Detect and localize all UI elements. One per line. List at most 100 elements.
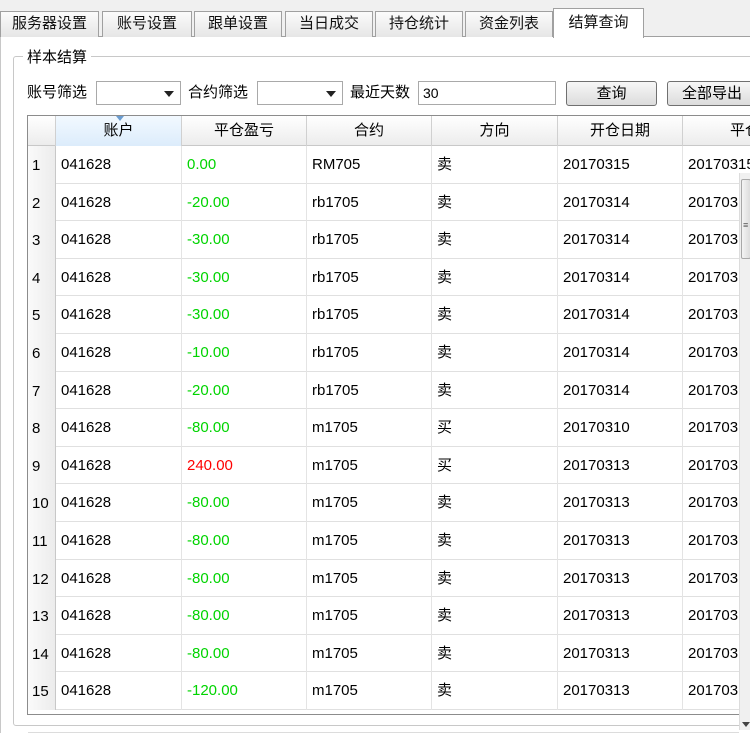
- cell-close-pnl: -80.00: [182, 597, 307, 635]
- row-number: 6: [28, 334, 56, 372]
- row-number: 5: [28, 296, 56, 334]
- cell-open-date: 20170315: [558, 146, 683, 184]
- table-row[interactable]: 7 041628 -20.00 rb1705 卖 20170314 20170314: [28, 371, 750, 410]
- cell-contract: m1705: [307, 484, 432, 522]
- contract-filter-select[interactable]: [257, 81, 343, 105]
- cell-contract: m1705: [307, 446, 432, 485]
- row-number: 1: [28, 146, 56, 184]
- cell-contract: m1705: [307, 634, 432, 673]
- cell-close-pnl: -80.00: [182, 409, 307, 447]
- cell-account: 041628: [56, 258, 182, 297]
- cell-account: 041628: [56, 484, 182, 522]
- cell-account: 041628: [56, 672, 182, 710]
- cell-direction: 卖: [432, 559, 558, 598]
- cell-direction: 卖: [432, 221, 558, 259]
- cell-contract: m1705: [307, 672, 432, 710]
- table-row[interactable]: 15 041628 -120.00 m1705 卖 20170313 20170313: [28, 672, 750, 710]
- tab-settlement-query[interactable]: 结算查询: [553, 8, 644, 38]
- tab-daily-trades[interactable]: 当日成交: [285, 11, 373, 37]
- account-filter-label: 账号筛选: [27, 84, 88, 101]
- dropdown-arrow-icon[interactable]: [164, 91, 174, 97]
- tab-server-settings[interactable]: 服务器设置: [0, 11, 99, 37]
- table-row[interactable]: 13 041628 -80.00 m1705 卖 20170313 20170313: [28, 597, 750, 635]
- scroll-down-arrow-icon[interactable]: [742, 722, 750, 727]
- scroll-grip-icon: ≡: [743, 220, 749, 230]
- cell-account: 041628: [56, 146, 182, 184]
- cell-direction: 卖: [432, 183, 558, 222]
- cell-contract: rb1705: [307, 258, 432, 297]
- column-header-close-date[interactable]: 平仓: [683, 116, 750, 146]
- cell-open-date: 20170314: [558, 371, 683, 410]
- sort-indicator-icon: [116, 116, 124, 121]
- column-header-direction[interactable]: 方向: [432, 116, 558, 146]
- cell-direction: 卖: [432, 296, 558, 334]
- table-row[interactable]: 5 041628 -30.00 rb1705 卖 20170314 20170314: [28, 296, 750, 334]
- row-number: 13: [28, 597, 56, 635]
- column-header-close-pnl[interactable]: 平仓盈亏: [182, 116, 307, 146]
- cell-open-date: 20170314: [558, 221, 683, 259]
- table-row[interactable]: 4 041628 -30.00 rb1705 卖 20170314 20170314: [28, 258, 750, 297]
- cell-direction: 卖: [432, 334, 558, 372]
- row-number: 2: [28, 183, 56, 222]
- cell-close-pnl: -10.00: [182, 334, 307, 372]
- table-row[interactable]: 1 041628 0.00 RM705 卖 20170315 20170315: [28, 146, 750, 184]
- row-number: 7: [28, 371, 56, 410]
- column-header-contract[interactable]: 合约: [307, 116, 432, 146]
- tab-position-stats[interactable]: 持仓统计: [375, 11, 463, 37]
- table-row[interactable]: 10 041628 -80.00 m1705 卖 20170313 20170313: [28, 484, 750, 522]
- cell-close-pnl: -80.00: [182, 522, 307, 560]
- table-row[interactable]: 8 041628 -80.00 m1705 买 20170310 20170310: [28, 409, 750, 447]
- table-row[interactable]: 14 041628 -80.00 m1705 卖 20170313 20170313: [28, 634, 750, 673]
- dropdown-arrow-icon[interactable]: [326, 91, 336, 97]
- cell-direction: 卖: [432, 672, 558, 710]
- export-all-button[interactable]: 全部导出: [667, 81, 750, 106]
- cell-account: 041628: [56, 634, 182, 673]
- table-row[interactable]: 2 041628 -20.00 rb1705 卖 20170314 20170314: [28, 183, 750, 222]
- row-number: 8: [28, 409, 56, 447]
- cell-contract: rb1705: [307, 221, 432, 259]
- cell-contract: m1705: [307, 559, 432, 598]
- cell-close-pnl: -80.00: [182, 634, 307, 673]
- cell-account: 041628: [56, 559, 182, 598]
- table-row[interactable]: 11 041628 -80.00 m1705 卖 20170313 20170313: [28, 522, 750, 560]
- row-number: 12: [28, 559, 56, 598]
- cell-close-pnl: -20.00: [182, 371, 307, 410]
- table-row[interactable]: 12 041628 -80.00 m1705 卖 20170313 20170313: [28, 559, 750, 598]
- cell-direction: 卖: [432, 597, 558, 635]
- cell-account: 041628: [56, 371, 182, 410]
- cell-open-date: 20170313: [558, 672, 683, 710]
- column-header-open-date[interactable]: 开仓日期: [558, 116, 683, 146]
- cell-contract: m1705: [307, 409, 432, 447]
- tab-fund-list[interactable]: 资金列表: [465, 11, 553, 37]
- cell-open-date: 20170313: [558, 484, 683, 522]
- table-row[interactable]: 6 041628 -10.00 rb1705 卖 20170314 20170314: [28, 334, 750, 372]
- cell-contract: m1705: [307, 522, 432, 560]
- cell-close-pnl: 240.00: [182, 446, 307, 485]
- row-number: 11: [28, 522, 56, 560]
- table-row[interactable]: 3 041628 -30.00 rb1705 卖 20170314 20170314: [28, 221, 750, 259]
- cell-account: 041628: [56, 221, 182, 259]
- cell-close-pnl: -80.00: [182, 559, 307, 598]
- tab-account-settings[interactable]: 账号设置: [102, 11, 192, 37]
- cell-contract: RM705: [307, 146, 432, 184]
- row-header-corner: [28, 116, 56, 146]
- cell-close-pnl: -30.00: [182, 221, 307, 259]
- table-row[interactable]: 9 041628 240.00 m1705 买 20170313 20170313: [28, 446, 750, 485]
- cell-open-date: 20170314: [558, 183, 683, 222]
- cell-contract: rb1705: [307, 334, 432, 372]
- vertical-scroll-thumb[interactable]: ≡: [741, 179, 750, 259]
- cell-account: 041628: [56, 296, 182, 334]
- cell-close-pnl: -80.00: [182, 484, 307, 522]
- tab-follow-settings[interactable]: 跟单设置: [194, 11, 282, 37]
- cell-close-pnl: -120.00: [182, 672, 307, 710]
- query-button[interactable]: 查询: [566, 81, 657, 106]
- recent-days-label: 最近天数: [350, 84, 411, 101]
- settlement-pane: 样本结算 账号筛选 合约筛选 最近天数 30 查询 全部导出 账户 平仓盈亏 合…: [0, 37, 750, 733]
- tab-strip: 服务器设置 账号设置 跟单设置 当日成交 持仓统计 资金列表 结算查询: [0, 0, 750, 38]
- account-filter-select[interactable]: [96, 81, 181, 105]
- cell-direction: 卖: [432, 522, 558, 560]
- cell-contract: m1705: [307, 597, 432, 635]
- vertical-scrollbar[interactable]: ≡: [739, 173, 750, 730]
- recent-days-input[interactable]: 30: [418, 81, 556, 105]
- cell-close-pnl: -30.00: [182, 258, 307, 297]
